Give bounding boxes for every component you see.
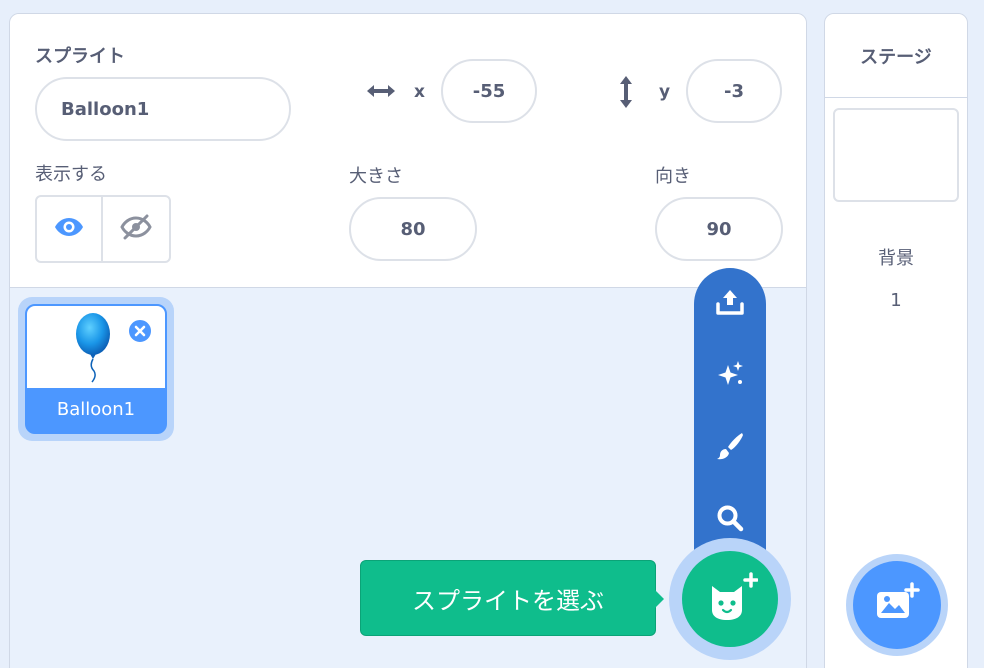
choose-sprite-tooltip: スプライトを選ぶ [360,560,656,636]
size-field[interactable]: 80 [349,197,477,261]
stage-thumbnail[interactable] [833,108,959,202]
visibility-toggle [35,195,171,263]
sprite-label: スプライト [35,46,125,67]
y-position-field[interactable]: -3 [686,59,782,123]
upload-sprite-button[interactable] [694,268,766,340]
sprite-thumbnail-name: Balloon1 [56,398,136,420]
surprise-sprite-button[interactable] [694,340,766,412]
hide-button[interactable] [103,197,169,261]
surprise-sparkle-icon [715,359,745,393]
stage-title: ステージ [825,14,967,98]
choose-backdrop-button[interactable] [853,561,941,649]
horizontal-arrow-icon [365,81,397,105]
add-sprite-menu [694,268,766,578]
search-icon [715,503,745,537]
direction-label: 向き [655,166,691,187]
show-button[interactable] [37,197,103,261]
image-plus-icon [874,582,920,628]
backdrop-label: 背景 [878,248,914,269]
sprite-name-field[interactable]: Balloon1 [35,77,291,141]
paint-sprite-button[interactable] [694,412,766,484]
delete-sprite-button[interactable] [127,318,153,344]
close-icon [134,322,146,341]
eye-slash-icon [120,214,152,244]
direction-field[interactable]: 90 [655,197,783,261]
tooltip-arrow [654,589,664,609]
x-label: x [414,82,425,102]
paint-brush-icon [715,431,745,465]
upload-icon [715,288,745,320]
sprite-thumbnail-selected[interactable]: Balloon1 [18,297,174,441]
cat-plus-icon [702,572,759,626]
sprite-card: Balloon1 [25,304,167,434]
vertical-arrow-icon [616,74,636,114]
sprite-info-panel: スプライト Balloon1 x -55 y -3 表示する 大きさ 80 向き… [10,14,806,288]
choose-sprite-button[interactable] [682,551,778,647]
show-label: 表示する [35,164,107,185]
y-label: y [659,82,671,102]
x-position-field[interactable]: -55 [441,59,537,123]
backdrop-count: 1 [890,290,902,311]
size-label: 大きさ [349,166,403,187]
eye-icon [54,216,84,242]
